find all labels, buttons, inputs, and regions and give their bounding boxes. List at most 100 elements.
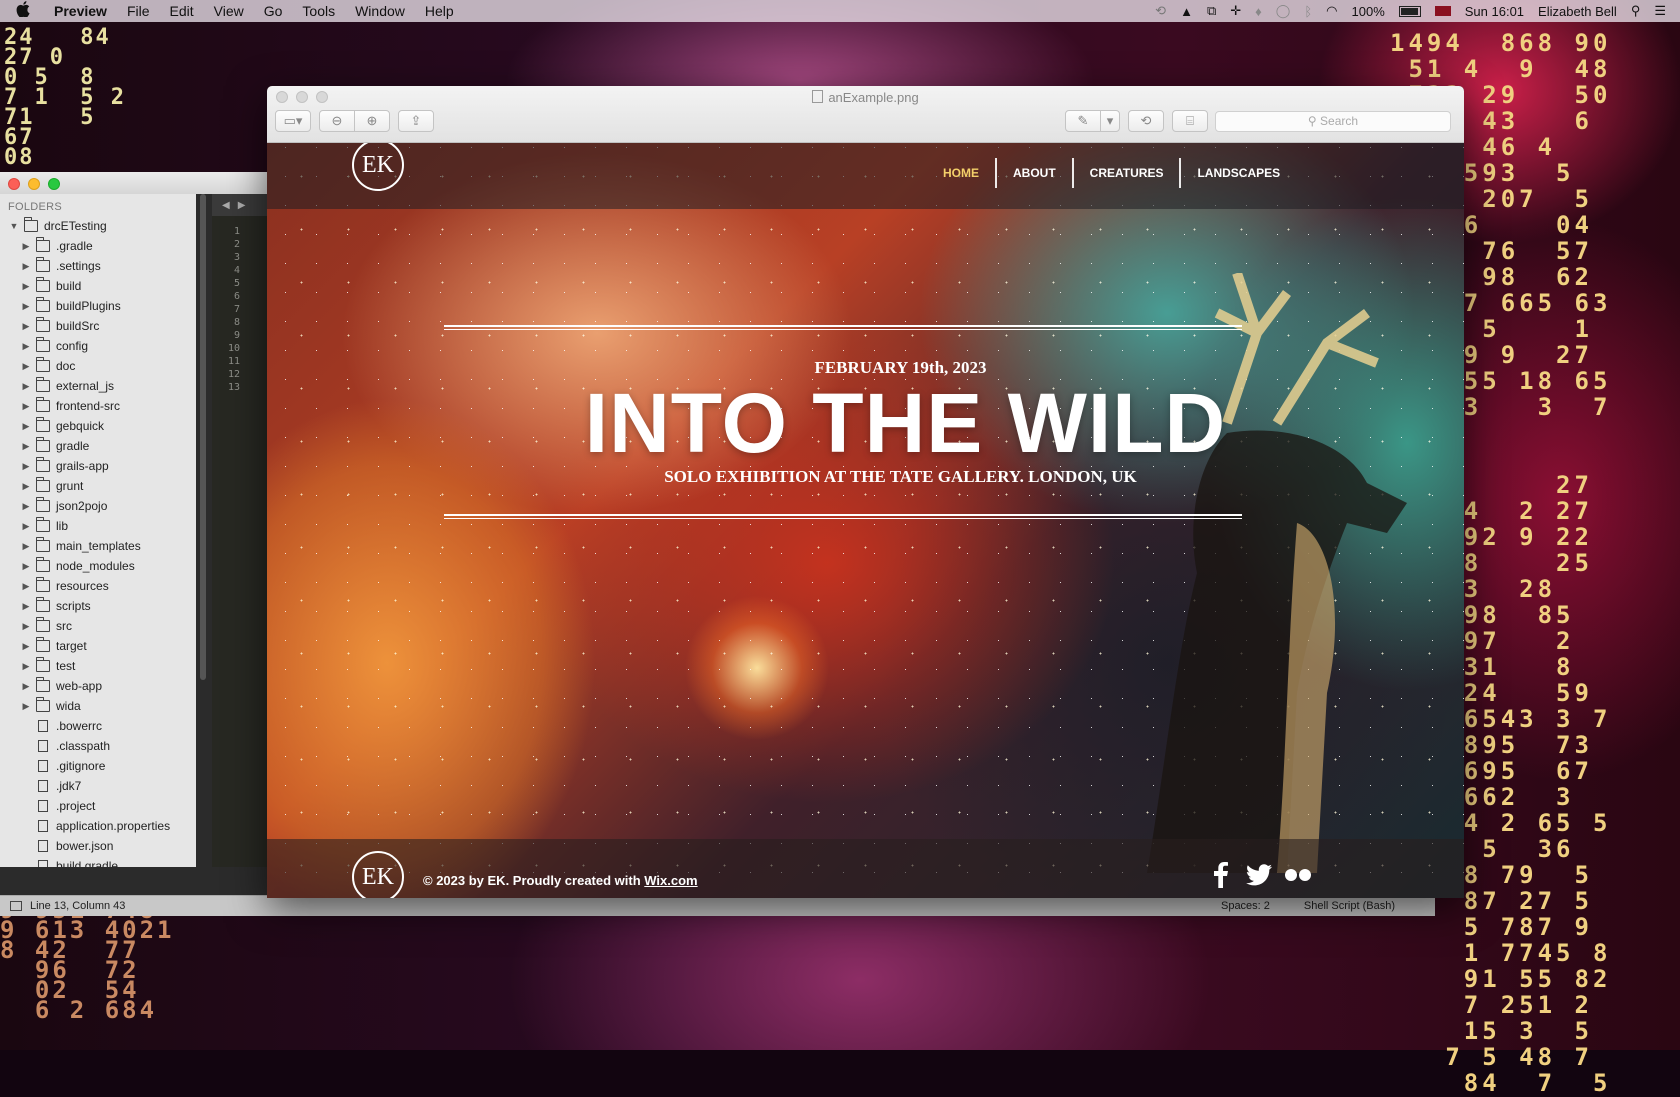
syntax-setting[interactable]: Shell Script (Bash) — [1304, 900, 1395, 912]
collapsed-arrow-icon[interactable]: ▶ — [20, 481, 32, 492]
flickr-icon[interactable] — [1283, 861, 1313, 889]
markup-dropdown-button[interactable]: ▾ — [1100, 110, 1120, 132]
battery-percent[interactable]: 100% — [1352, 4, 1385, 19]
tree-folder-item[interactable]: ▶ json2pojo — [0, 496, 196, 516]
menu-view[interactable]: View — [214, 3, 244, 19]
collapsed-arrow-icon[interactable]: ▶ — [20, 341, 32, 352]
collapsed-arrow-icon[interactable]: ▶ — [20, 661, 32, 672]
tree-file-item[interactable]: .classpath — [0, 736, 196, 756]
apple-menu-icon[interactable] — [16, 1, 34, 21]
collapsed-arrow-icon[interactable]: ▶ — [20, 681, 32, 692]
tree-folder-item[interactable]: ▶ gebquick — [0, 416, 196, 436]
site-logo[interactable]: EK — [352, 143, 404, 191]
user-name[interactable]: Elizabeth Bell — [1538, 4, 1617, 19]
tree-folder-item[interactable]: ▶ scripts — [0, 596, 196, 616]
menu-app-name[interactable]: Preview — [54, 3, 107, 19]
tree-file-item[interactable]: build.gradle — [0, 856, 196, 867]
tree-folder-item[interactable]: ▶ buildPlugins — [0, 296, 196, 316]
prev-tab-icon[interactable]: ◀ — [222, 200, 230, 211]
chat-icon[interactable]: ◯ — [1276, 3, 1291, 19]
search-field[interactable]: ⚲ Search — [1215, 111, 1451, 132]
drive-icon[interactable]: ▲ — [1180, 4, 1193, 19]
collapsed-arrow-icon[interactable]: ▶ — [20, 321, 32, 332]
tree-folder-item[interactable]: ▶ .gradle — [0, 236, 196, 256]
menu-tools[interactable]: Tools — [302, 3, 335, 19]
menu-edit[interactable]: Edit — [170, 3, 194, 19]
evernote-icon[interactable]: ♦ — [1255, 4, 1262, 19]
collapsed-arrow-icon[interactable]: ▶ — [20, 601, 32, 612]
collapsed-arrow-icon[interactable]: ▶ — [20, 521, 32, 532]
sync-icon[interactable]: ⧉ — [1207, 3, 1216, 19]
tree-folder-item[interactable]: ▶ wida — [0, 696, 196, 716]
collapsed-arrow-icon[interactable]: ▶ — [20, 361, 32, 372]
tree-file-item[interactable]: .jdk7 — [0, 776, 196, 796]
nav-about[interactable]: ABOUT — [997, 158, 1074, 188]
tree-folder-item[interactable]: ▶ .settings — [0, 256, 196, 276]
footer-logo[interactable]: EK — [352, 851, 404, 898]
wifi-icon[interactable]: ◠ — [1326, 3, 1337, 19]
crosshair-icon[interactable]: ✛ — [1230, 3, 1241, 19]
twitter-icon[interactable] — [1245, 861, 1273, 889]
clock[interactable]: Sun 16:01 — [1465, 4, 1524, 19]
tree-folder-item[interactable]: ▶ external_js — [0, 376, 196, 396]
notification-center-icon[interactable]: ☰ — [1654, 3, 1666, 19]
collapsed-arrow-icon[interactable]: ▶ — [20, 561, 32, 572]
collapsed-arrow-icon[interactable]: ▶ — [20, 621, 32, 632]
collapsed-arrow-icon[interactable]: ▶ — [20, 241, 32, 252]
zoom-window-icon[interactable] — [48, 178, 60, 190]
tree-folder-item[interactable]: ▶ build — [0, 276, 196, 296]
tree-folder-item[interactable]: ▶ src — [0, 616, 196, 636]
tree-file-item[interactable]: .bowerrc — [0, 716, 196, 736]
panel-toggle-icon[interactable] — [10, 901, 22, 911]
markup-button[interactable]: ✎ — [1065, 110, 1101, 132]
zoom-out-button[interactable]: ⊖ — [319, 110, 355, 132]
share-button[interactable]: ⇪ — [398, 110, 434, 132]
minimize-window-icon[interactable] — [28, 178, 40, 190]
tree-file-item[interactable]: .gitignore — [0, 756, 196, 776]
collapsed-arrow-icon[interactable]: ▶ — [20, 381, 32, 392]
collapsed-arrow-icon[interactable]: ▶ — [20, 581, 32, 592]
menu-window[interactable]: Window — [355, 3, 405, 19]
menu-go[interactable]: Go — [264, 3, 283, 19]
facebook-icon[interactable] — [1211, 861, 1231, 889]
toolbox-button[interactable]: ⌸ — [1172, 110, 1208, 132]
tree-folder-item[interactable]: ▶ grails-app — [0, 456, 196, 476]
tree-folder-item[interactable]: ▶ frontend-src — [0, 396, 196, 416]
tree-folder-item[interactable]: ▶ node_modules — [0, 556, 196, 576]
tree-file-item[interactable]: .project — [0, 796, 196, 816]
tree-folder-item[interactable]: ▶ lib — [0, 516, 196, 536]
collapsed-arrow-icon[interactable]: ▶ — [20, 441, 32, 452]
wix-link[interactable]: Wix.com — [644, 873, 697, 888]
zoom-in-button[interactable]: ⊕ — [354, 110, 390, 132]
tree-folder-item[interactable]: ▶ doc — [0, 356, 196, 376]
collapsed-arrow-icon[interactable]: ▶ — [20, 461, 32, 472]
tree-root-folder[interactable]: ▼ drcETesting — [0, 216, 196, 236]
collapsed-arrow-icon[interactable]: ▶ — [20, 541, 32, 552]
tree-folder-item[interactable]: ▶ web-app — [0, 676, 196, 696]
rotate-button[interactable]: ⟲ — [1128, 110, 1164, 132]
tree-file-item[interactable]: bower.json — [0, 836, 196, 856]
indentation-setting[interactable]: Spaces: 2 — [1221, 900, 1270, 912]
sidebar-toggle-button[interactable]: ▭▾ — [275, 110, 311, 132]
expanded-arrow-icon[interactable]: ▼ — [8, 221, 20, 231]
collapsed-arrow-icon[interactable]: ▶ — [20, 421, 32, 432]
tree-file-item[interactable]: application.properties — [0, 816, 196, 836]
tree-folder-item[interactable]: ▶ test — [0, 656, 196, 676]
menu-help[interactable]: Help — [425, 3, 454, 19]
tree-folder-item[interactable]: ▶ config — [0, 336, 196, 356]
collapsed-arrow-icon[interactable]: ▶ — [20, 261, 32, 272]
collapsed-arrow-icon[interactable]: ▶ — [20, 301, 32, 312]
timemachine-icon[interactable]: ⟲ — [1155, 3, 1166, 19]
tree-folder-item[interactable]: ▶ grunt — [0, 476, 196, 496]
nav-creatures[interactable]: CREATURES — [1074, 158, 1182, 188]
collapsed-arrow-icon[interactable]: ▶ — [20, 701, 32, 712]
tree-folder-item[interactable]: ▶ buildSrc — [0, 316, 196, 336]
spotlight-search-icon[interactable]: ⚲ — [1631, 3, 1641, 19]
nav-landscapes[interactable]: LANDSCAPES — [1181, 158, 1296, 188]
tab-nav-arrows[interactable]: ◀ ▶ — [212, 194, 270, 216]
cursor-position[interactable]: Line 13, Column 43 — [30, 900, 125, 912]
battery-icon[interactable] — [1398, 5, 1421, 17]
tree-folder-item[interactable]: ▶ target — [0, 636, 196, 656]
collapsed-arrow-icon[interactable]: ▶ — [20, 281, 32, 292]
collapsed-arrow-icon[interactable]: ▶ — [20, 501, 32, 512]
